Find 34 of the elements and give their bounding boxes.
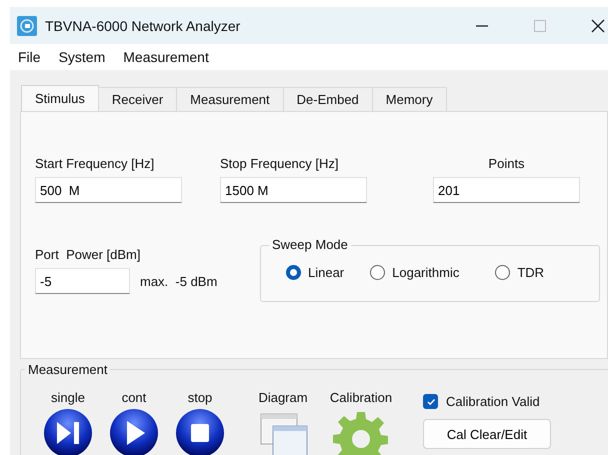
cal-clear-edit-button[interactable]: Cal Clear/Edit	[423, 419, 551, 449]
calibration-valid-checkbox[interactable]: Calibration Valid	[423, 394, 551, 409]
app-logo-icon	[17, 16, 37, 36]
input-field[interactable]: 201	[433, 177, 580, 203]
window-title: TBVNA-6000 Network Analyzer	[45, 18, 240, 34]
radio-option[interactable]: TDR	[495, 265, 544, 280]
field-label: Start Frequency [Hz]	[35, 156, 156, 171]
radio-option[interactable]: Linear	[286, 265, 344, 280]
menu-item[interactable]: System	[58, 49, 106, 65]
group-title: Sweep Mode	[269, 237, 351, 252]
tab[interactable]: Receiver	[98, 87, 178, 111]
input-field[interactable]: 1500 M	[220, 177, 367, 203]
play-icon[interactable]	[109, 408, 159, 455]
control-label: single	[51, 390, 85, 405]
menu-item[interactable]: Measurement	[123, 49, 209, 65]
control-label: Calibration	[330, 390, 392, 405]
tab[interactable]: Memory	[372, 87, 447, 111]
close-icon[interactable]	[590, 18, 606, 34]
max-power-text: max. -5 dBm	[140, 274, 218, 288]
menu-item[interactable]: File	[18, 49, 41, 65]
skip-next-icon[interactable]	[43, 408, 93, 455]
stop-icon[interactable]	[175, 408, 225, 455]
control-label: Diagram	[258, 390, 308, 405]
tab[interactable]: Stimulus	[21, 85, 99, 111]
input-field[interactable]: -5	[35, 268, 130, 294]
control-label: cont	[122, 390, 146, 405]
group-title: Measurement	[25, 362, 110, 377]
field-label: Points	[487, 156, 526, 171]
radio-option[interactable]: Logarithmic	[370, 265, 460, 280]
input-field[interactable]: 500 M	[35, 177, 182, 203]
control-label: stop	[188, 390, 212, 405]
checkmark-icon	[426, 396, 436, 406]
field-label: Port Power [dBm]	[35, 247, 142, 262]
field-label: Stop Frequency [Hz]	[220, 156, 340, 171]
